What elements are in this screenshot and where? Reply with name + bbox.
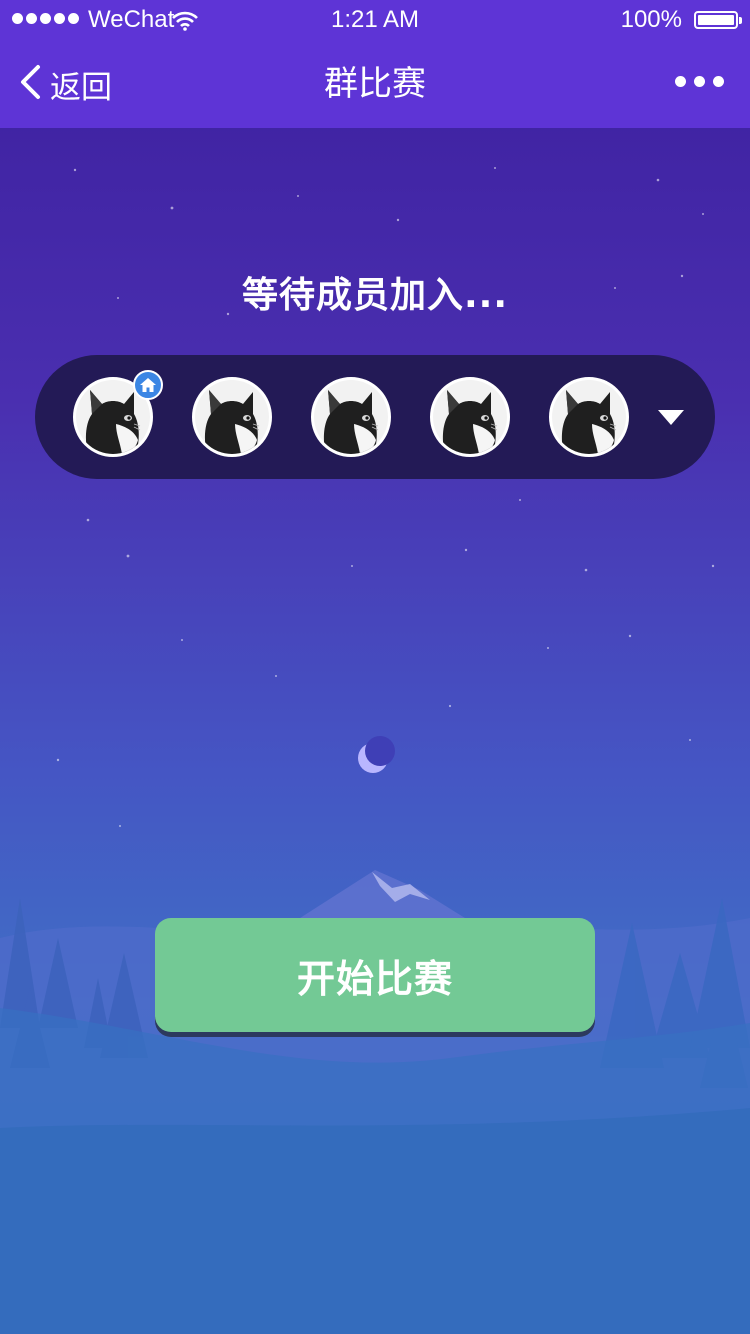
expand-members-button[interactable] <box>653 405 689 429</box>
more-options-button[interactable] <box>675 76 724 87</box>
top-bar: WeChat 1:21 AM 100% 返回 群比赛 <box>0 0 750 128</box>
member-avatar-4[interactable] <box>430 377 510 457</box>
page-title: 群比赛 <box>324 64 426 104</box>
screen: WeChat 1:21 AM 100% 返回 群比赛 等待成员加入... 开始比… <box>0 0 750 1334</box>
member-avatar-2[interactable] <box>192 377 272 457</box>
battery-icon <box>694 11 742 29</box>
chevron-left-icon <box>18 64 42 104</box>
host-home-icon <box>133 370 163 400</box>
member-avatar-3[interactable] <box>311 377 391 457</box>
back-button[interactable]: 返回 <box>18 62 112 106</box>
waiting-message: 等待成员加入... <box>241 275 509 316</box>
members-list <box>35 355 715 479</box>
more-dots-icon <box>675 76 686 87</box>
caret-down-icon <box>658 410 684 425</box>
member-avatar-5[interactable] <box>549 377 629 457</box>
moon-icon <box>358 736 395 773</box>
battery-percentage: 100% <box>620 6 682 33</box>
navigation-bar: 返回 群比赛 <box>0 40 750 128</box>
start-match-button[interactable]: 开始比赛 <box>155 918 595 1032</box>
back-label: 返回 <box>50 69 112 106</box>
status-bar: WeChat 1:21 AM 100% <box>0 0 750 40</box>
